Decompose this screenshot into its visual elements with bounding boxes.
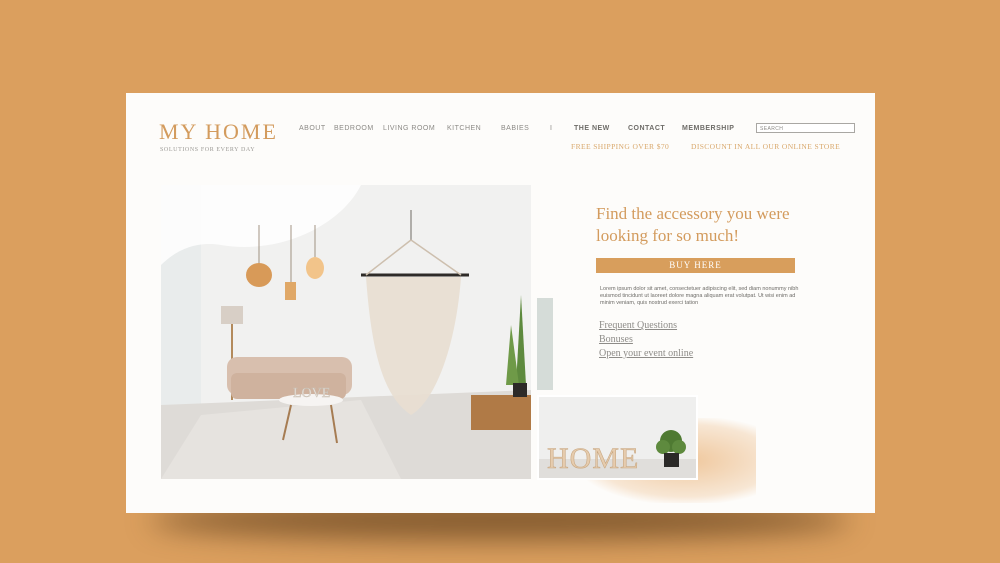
hero-body-text: Lorem ipsum dolor sit amet, consectetuer…: [600, 286, 799, 306]
hero-headline: Find the accessory you were looking for …: [596, 204, 790, 245]
love-sign: LOVE: [293, 386, 330, 401]
home-sign-photo: HOME: [537, 395, 698, 480]
link-bonuses[interactable]: Bonuses: [599, 334, 633, 345]
link-open-event-online[interactable]: Open your event online: [599, 348, 693, 359]
promo-shipping: FREE SHIPPING OVER $70: [571, 142, 670, 151]
hero-photo: LOVE: [161, 185, 531, 479]
nav-item-about[interactable]: ABOUT: [299, 125, 326, 132]
link-frequent-questions[interactable]: Frequent Questions: [599, 320, 677, 331]
nav-item-membership[interactable]: MEMBERSHIP: [682, 125, 734, 132]
nav-item-living-room[interactable]: LIVING ROOM: [383, 125, 435, 132]
nav-separator: I: [550, 125, 553, 132]
site-logo[interactable]: MY HOME: [159, 119, 278, 145]
nav-item-kitchen[interactable]: KITCHEN: [447, 125, 481, 132]
nav-item-contact[interactable]: CONTACT: [628, 125, 665, 132]
buy-here-button[interactable]: BUY HERE: [596, 258, 795, 273]
nav-item-the-new[interactable]: THE NEW: [574, 125, 610, 132]
home-sign-text: HOME: [547, 442, 639, 475]
website-mockup: MY HOME SOLUTIONS FOR EVERY DAY ABOUT BE…: [126, 93, 875, 513]
nav-item-babies[interactable]: BABIES: [501, 125, 529, 132]
accent-rectangle: [537, 298, 553, 390]
nav-item-bedroom[interactable]: BEDROOM: [334, 125, 374, 132]
promo-discount: DISCOUNT IN ALL OUR ONLINE STORE: [691, 142, 841, 151]
site-tagline: SOLUTIONS FOR EVERY DAY: [160, 147, 256, 153]
search-input[interactable]: SEARCH: [756, 123, 855, 133]
